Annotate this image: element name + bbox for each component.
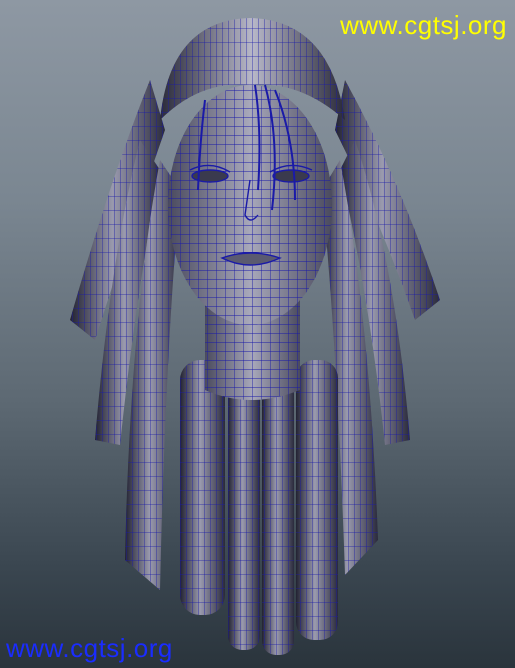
watermark-top: www.cgtsj.org [340,10,507,40]
watermark-bottom: www.cgtsj.org [6,633,173,663]
head-model [70,18,440,655]
3d-viewport[interactable]: www.cgtsj.org www.cgtsj.org [0,0,515,668]
hair-strands-front [180,360,338,655]
